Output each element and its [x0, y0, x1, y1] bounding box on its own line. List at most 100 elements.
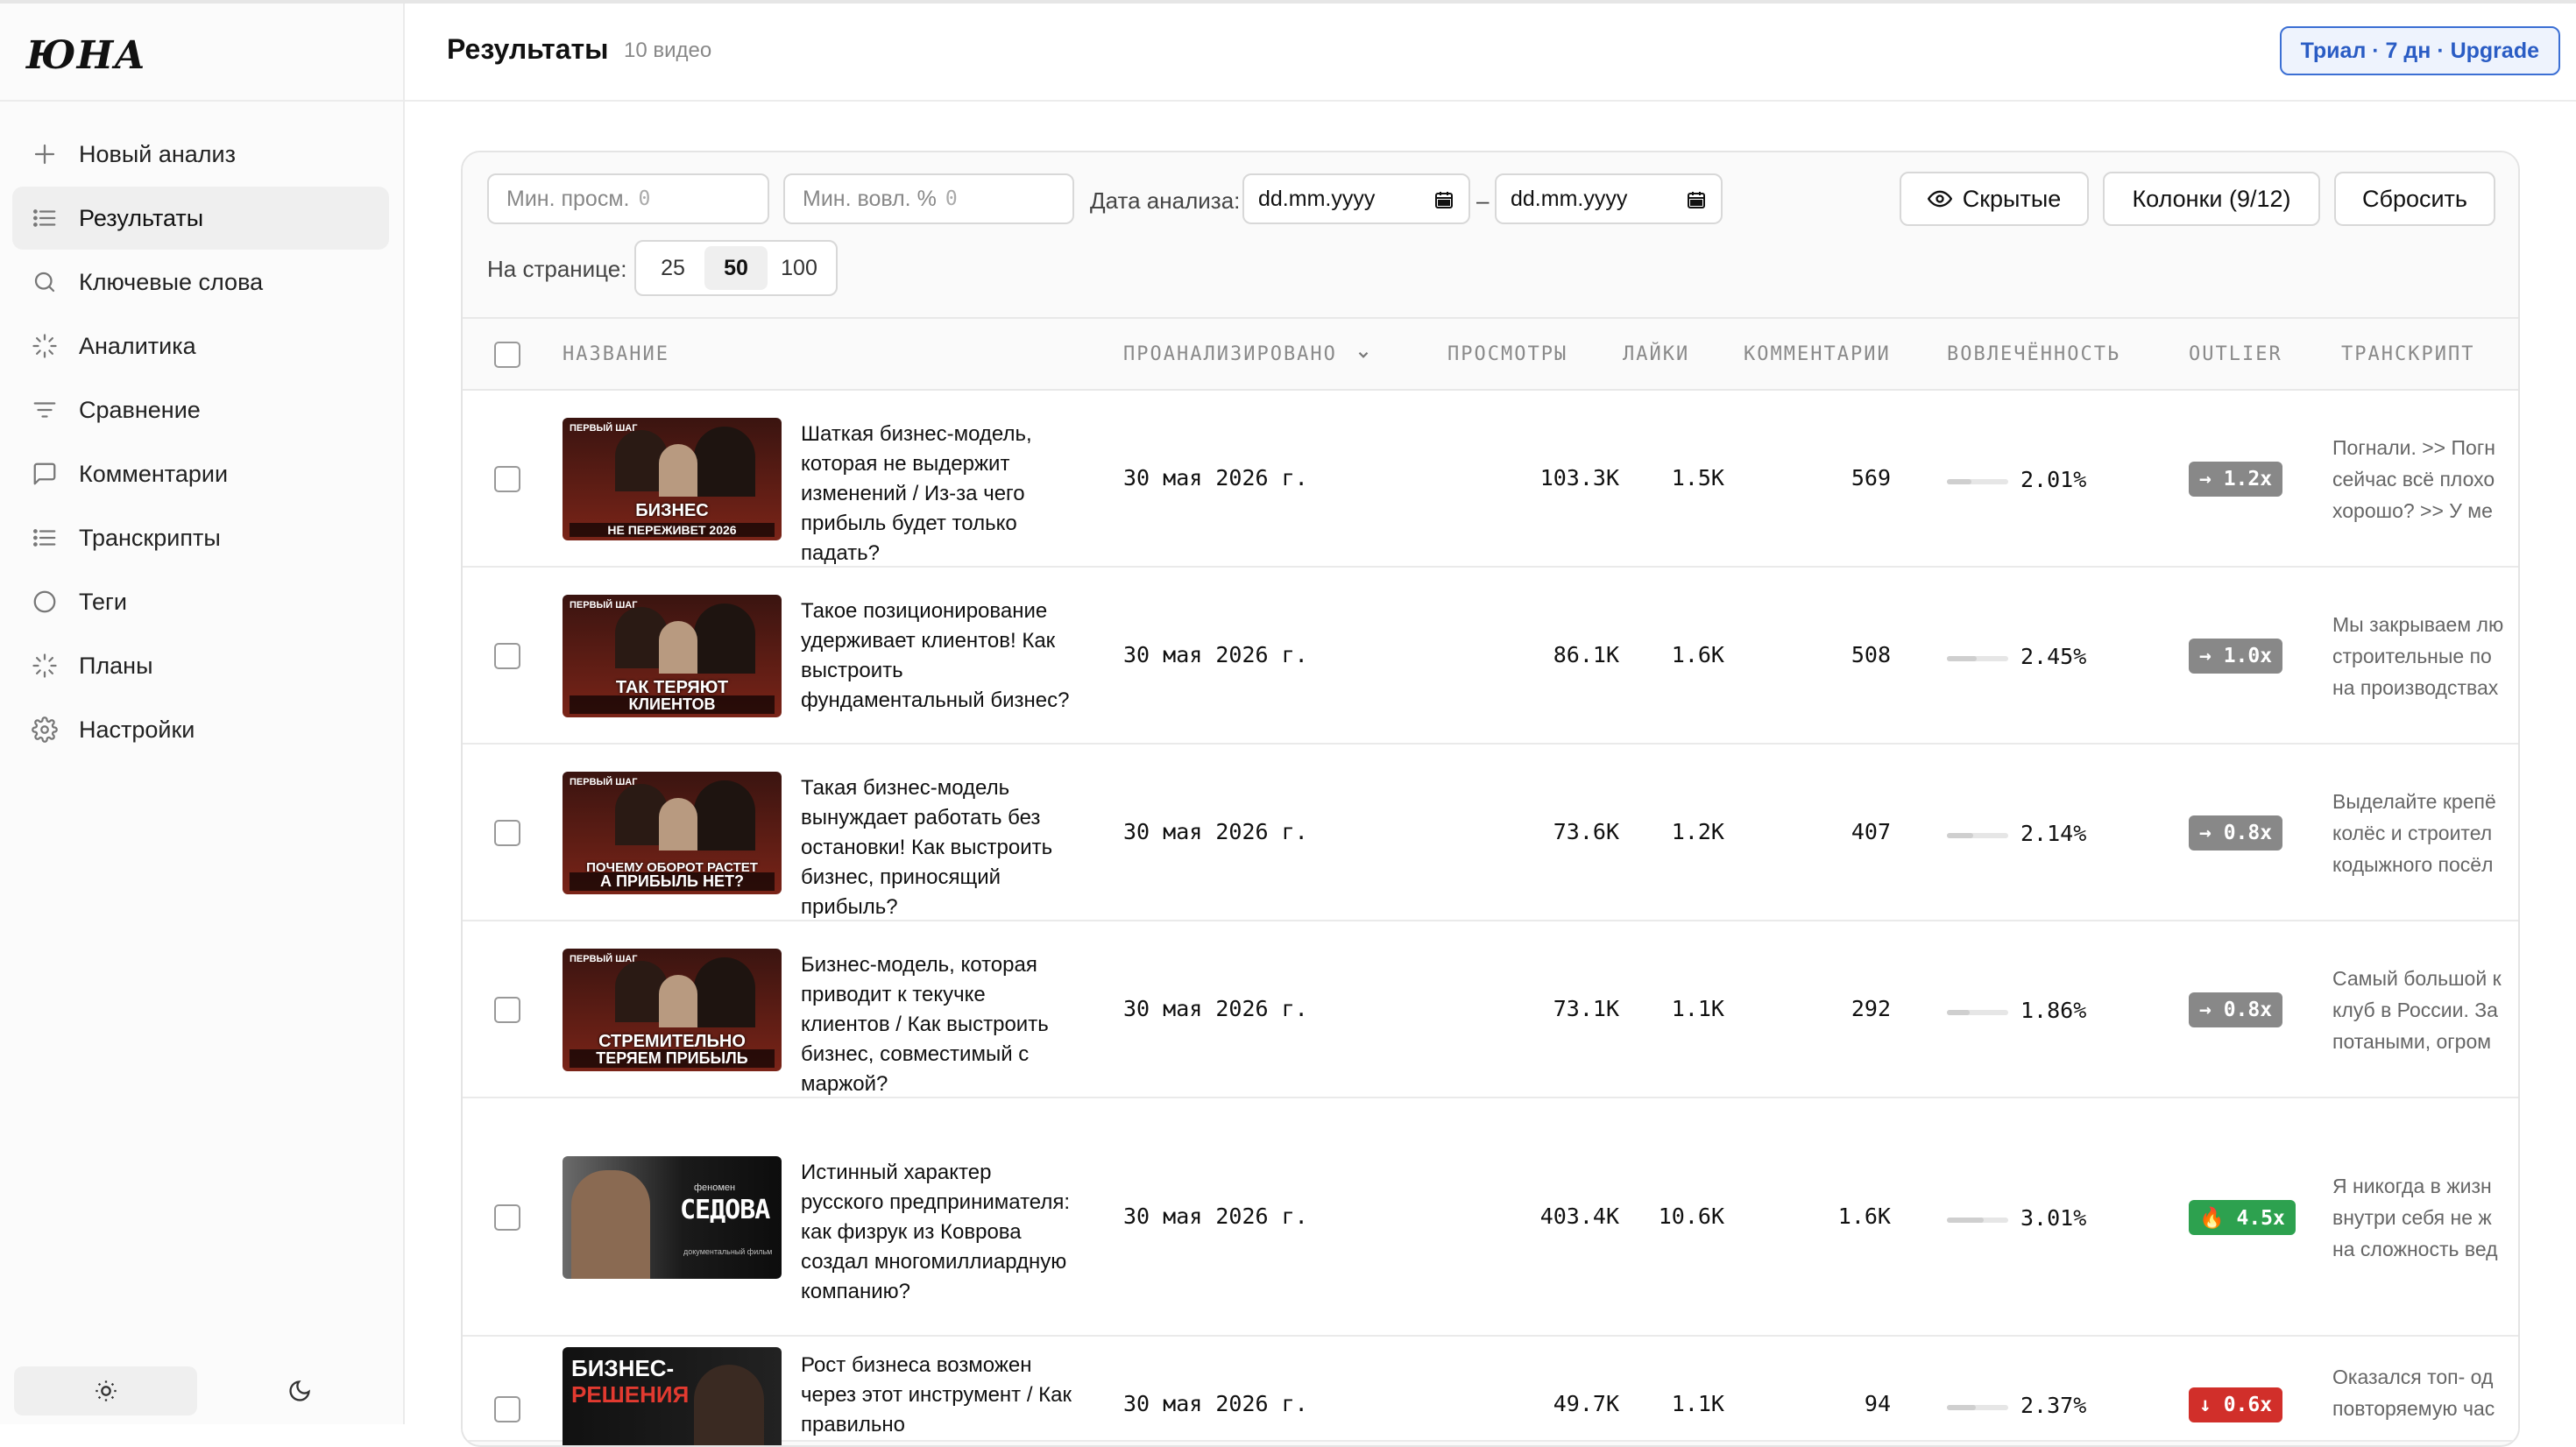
views-count: 73.1K: [1553, 996, 1619, 1021]
per-page-option[interactable]: 25: [641, 246, 704, 290]
row-checkbox[interactable]: [494, 1396, 520, 1422]
dark-theme-button[interactable]: [208, 1366, 391, 1415]
sidebar-item-7[interactable]: Теги: [12, 570, 389, 633]
analyzed-date: 30 мая 2026 г.: [1123, 996, 1308, 1021]
transcript-preview[interactable]: Выделайте крепё колёс и строител кодыжного…: [2332, 786, 2518, 880]
transcript-line: Оказался топ- од: [2332, 1366, 2494, 1388]
transcript-line: Самый большой к: [2332, 967, 2502, 990]
engagement-value: 2.01%: [2020, 467, 2087, 492]
transcript-preview[interactable]: Я никогда в жизн внутри себя не ж на сложн…: [2332, 1170, 2518, 1265]
calendar-icon[interactable]: [1686, 189, 1707, 210]
transcript-preview[interactable]: Мы закрываем лю строительные по на произво…: [2332, 609, 2518, 703]
date-to-value: dd.mm.yyyy: [1511, 186, 1628, 211]
video-thumbnail[interactable]: ПЕРВЫЙ ШАГ БИЗНЕС НЕ ПЕРЕЖИВЕТ 2026: [563, 418, 782, 540]
video-title[interactable]: Бизнес-модель, которая приводит к текучк…: [801, 950, 1072, 1099]
select-all-checkbox[interactable]: [494, 342, 520, 368]
likes-count: 1.1K: [1671, 996, 1724, 1021]
video-title[interactable]: Истинный характер русского предпринимате…: [801, 1158, 1072, 1307]
row-checkbox[interactable]: [494, 1204, 520, 1231]
col-analyzed[interactable]: ПРОАНАЛИЗИРОВАНО: [1123, 343, 1371, 365]
sidebar-item-9[interactable]: Настройки: [12, 698, 389, 761]
row-checkbox[interactable]: [494, 466, 520, 492]
sidebar-item-1[interactable]: Результаты: [12, 187, 389, 250]
video-thumbnail[interactable]: ПЕРВЫЙ ШАГ СТРЕМИТЕЛЬНО ТЕРЯЕМ ПРИБЫЛЬ: [563, 949, 782, 1071]
sidebar-item-label: Комментарии: [79, 460, 229, 487]
sidebar-nav: Новый анализ Результаты Ключевые слова Анал…: [12, 123, 389, 762]
date-from-input[interactable]: dd.mm.yyyy: [1242, 173, 1470, 224]
sidebar-item-8[interactable]: Планы: [12, 634, 389, 697]
col-analyzed-label: ПРОАНАЛИЗИРОВАНО: [1123, 343, 1337, 365]
video-title[interactable]: Рост бизнеса возможен через этот инструм…: [801, 1351, 1072, 1440]
col-comments[interactable]: КОММЕНТАРИИ: [1744, 343, 1891, 365]
thumb-caption: А ПРИБЫЛЬ НЕТ?: [570, 872, 775, 891]
sidebar-item-3[interactable]: Аналитика: [12, 314, 389, 378]
transcript-line: на сложность вед: [2332, 1238, 2498, 1260]
video-title[interactable]: Шаткая бизнес-модель, которая не выдержи…: [801, 420, 1072, 568]
reset-filters-button[interactable]: Сбросить: [2334, 172, 2495, 226]
gear-icon: [32, 716, 58, 743]
transcript-line: клуб в России. За: [2332, 999, 2498, 1021]
sidebar-item-label: Новый анализ: [79, 140, 237, 167]
col-transcript[interactable]: ТРАНСКРИПТ: [2341, 343, 2474, 365]
hidden-videos-button[interactable]: Скрытые: [1900, 172, 2089, 226]
col-outlier[interactable]: OUTLIER: [2189, 343, 2282, 365]
sidebar-item-2[interactable]: Ключевые слова: [12, 251, 389, 314]
transcript-preview[interactable]: Самый большой к клуб в России. За потаными…: [2332, 963, 2518, 1057]
per-page-option[interactable]: 50: [704, 246, 768, 290]
col-likes[interactable]: ЛАЙКИ: [1623, 343, 1689, 365]
sidebar-item-4[interactable]: Сравнение: [12, 378, 389, 441]
video-thumbnail[interactable]: ПЕРВЫЙ ШАГ ПОЧЕМУ ОБОРОТ РАСТЕТ А ПРИБЫЛЬ …: [563, 772, 782, 894]
trial-upgrade-button[interactable]: Триал · 7 дн · Upgrade: [2279, 26, 2560, 75]
col-name[interactable]: НАЗВАНИЕ: [563, 343, 669, 365]
likes-count: 1.1K: [1671, 1391, 1724, 1416]
transcript-line: колёс и строител: [2332, 822, 2493, 844]
thumb-caption: КЛИЕНТОВ: [570, 695, 775, 714]
table-row[interactable]: феномен СЕДОВА документальный фильм Истинны…: [463, 1098, 2518, 1337]
transcript-preview[interactable]: Оказался топ- од повторяемую час: [2332, 1361, 2518, 1424]
sidebar-item-label: Транскрипты: [79, 524, 221, 551]
sidebar-item-label: Результаты: [79, 204, 204, 231]
col-views[interactable]: ПРОСМОТРЫ: [1447, 343, 1568, 365]
video-thumbnail[interactable]: феномен СЕДОВА документальный фильм: [563, 1156, 782, 1279]
col-engagement[interactable]: ВОВЛЕЧЁННОСТЬ: [1947, 343, 2120, 365]
video-thumbnail[interactable]: БИЗНЕС- РЕШЕНИЯ: [563, 1347, 782, 1445]
list-icon: [32, 525, 58, 551]
sidebar-item-5[interactable]: Комментарии: [12, 442, 389, 505]
table-row[interactable]: ПЕРВЫЙ ШАГ ПОЧЕМУ ОБОРОТ РАСТЕТ А ПРИБЫЛЬ …: [463, 745, 2518, 921]
light-theme-button[interactable]: [14, 1366, 197, 1415]
calendar-icon[interactable]: [1433, 189, 1454, 210]
transcript-line: Погнали. >> Погн: [2332, 436, 2495, 459]
thumb-caption: документальный фильм: [683, 1247, 773, 1256]
date-to-input[interactable]: dd.mm.yyyy: [1495, 173, 1723, 224]
row-checkbox[interactable]: [494, 997, 520, 1023]
video-title[interactable]: Такое позиционирование удерживает клиент…: [801, 596, 1072, 716]
page-header: Результаты 10 видео Триал · 7 дн · Upgra…: [405, 4, 2576, 102]
sidebar-item-0[interactable]: Новый анализ: [12, 123, 389, 186]
row-checkbox[interactable]: [494, 643, 520, 669]
transcript-line: повторяемую час: [2332, 1397, 2495, 1420]
app-logo[interactable]: ЮНА: [26, 30, 146, 82]
min-engagement-input[interactable]: Мин. вовл. % 0: [783, 173, 1074, 224]
columns-button[interactable]: Колонки (9/12): [2103, 172, 2320, 226]
analyzed-date: 30 мая 2026 г.: [1123, 465, 1308, 491]
table-row[interactable]: ПЕРВЫЙ ШАГ БИЗНЕС НЕ ПЕРЕЖИВЕТ 2026 Шаткая …: [463, 391, 2518, 568]
transcript-preview[interactable]: Погнали. >> Погн сейчас всё плохо хорошо? …: [2332, 432, 2518, 526]
date-from-value: dd.mm.yyyy: [1258, 186, 1376, 211]
engagement-value: 1.86%: [2020, 998, 2087, 1023]
sidebar-item-label: Ключевые слова: [79, 268, 264, 295]
transcript-line: внутри себя не ж: [2332, 1206, 2492, 1229]
hidden-videos-label: Скрытые: [1962, 185, 2062, 212]
video-thumbnail[interactable]: ПЕРВЫЙ ШАГ ТАК ТЕРЯЮТ КЛИЕНТОВ: [563, 595, 782, 717]
sun-icon: [95, 1380, 117, 1401]
likes-count: 1.2K: [1671, 819, 1724, 844]
per-page-option[interactable]: 100: [768, 246, 831, 290]
min-views-input[interactable]: Мин. просм. 0: [487, 173, 769, 224]
outlier-badge: → 1.0x: [2189, 639, 2283, 674]
video-title[interactable]: Такая бизнес-модель вынуждает работать б…: [801, 773, 1072, 922]
table-row[interactable]: ПЕРВЫЙ ШАГ СТРЕМИТЕЛЬНО ТЕРЯЕМ ПРИБЫЛЬ Бизн…: [463, 921, 2518, 1098]
row-checkbox[interactable]: [494, 820, 520, 846]
table-row[interactable]: БИЗНЕС- РЕШЕНИЯ Рост бизнеса возможен чере…: [463, 1337, 2518, 1445]
table-row[interactable]: ПЕРВЫЙ ШАГ ТАК ТЕРЯЮТ КЛИЕНТОВ Такое позици…: [463, 568, 2518, 745]
min-engagement-label: Мин. вовл. %: [803, 186, 937, 211]
sidebar-item-6[interactable]: Транскрипты: [12, 506, 389, 569]
